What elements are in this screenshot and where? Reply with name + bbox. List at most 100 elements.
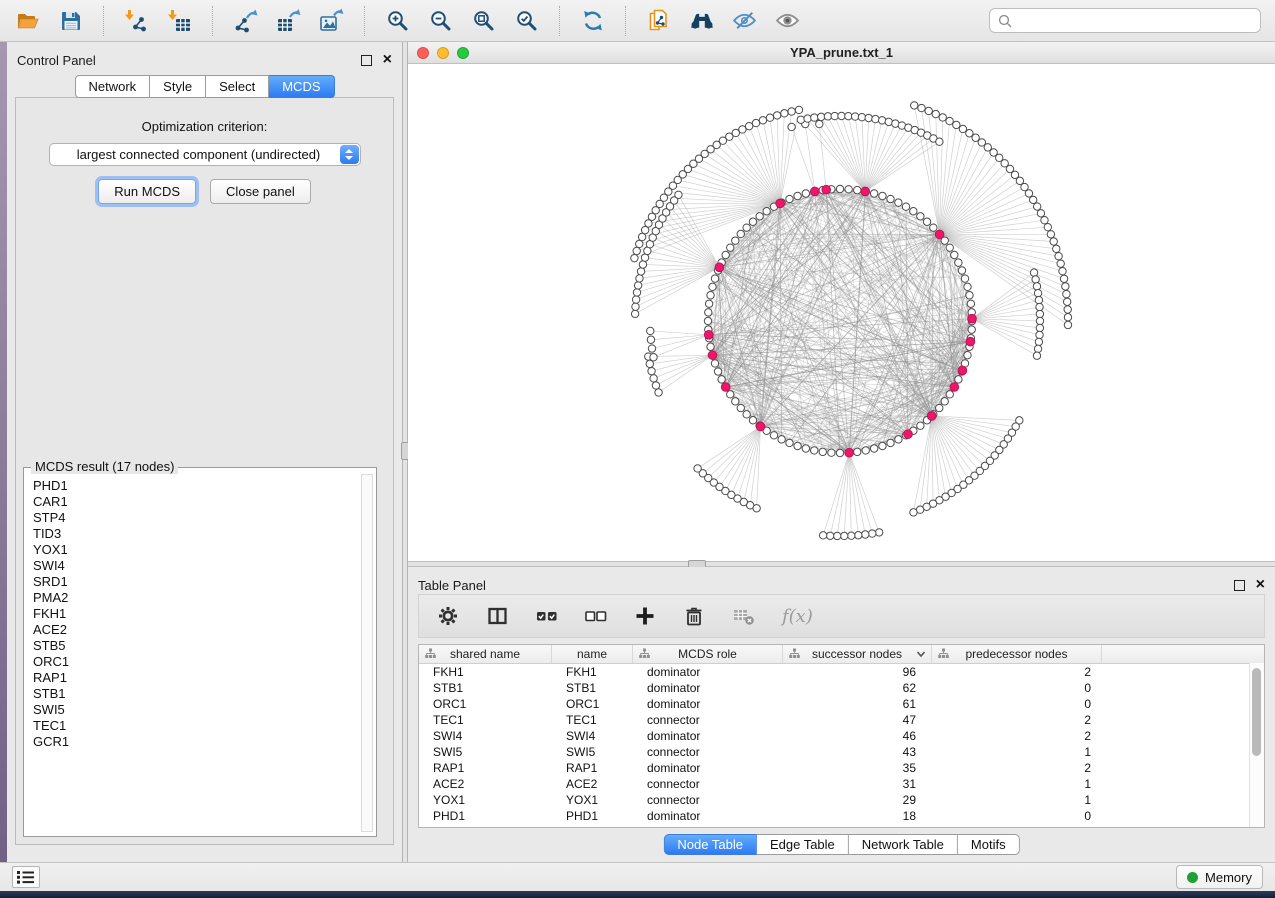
desktop-edge-bottom xyxy=(0,891,1275,898)
tab-motifs[interactable]: Motifs xyxy=(958,834,1020,855)
save-session-icon[interactable] xyxy=(57,7,84,34)
toolbar-separator xyxy=(103,6,104,36)
clone-network-icon[interactable] xyxy=(645,7,672,34)
mcds-result-item[interactable]: PMA2 xyxy=(28,590,360,606)
eye-slash-icon[interactable] xyxy=(731,7,758,34)
tab-network[interactable]: Network xyxy=(74,75,150,98)
network-canvas[interactable] xyxy=(408,63,1275,561)
table-row[interactable]: TEC1TEC1connector472 xyxy=(419,712,1264,728)
refresh-icon[interactable] xyxy=(579,7,606,34)
column-header-shared-name[interactable]: shared name xyxy=(419,645,552,663)
table-row[interactable]: YOX1YOX1connector291 xyxy=(419,792,1264,808)
table-settings-gear-icon[interactable] xyxy=(437,605,459,627)
mcds-result-item[interactable]: CAR1 xyxy=(28,494,360,510)
mcds-tab-content: Optimization criterion: largest connecte… xyxy=(15,97,394,845)
mcds-result-item[interactable]: STB5 xyxy=(28,638,360,654)
tab-mcds[interactable]: MCDS xyxy=(269,75,334,98)
eye-icon[interactable] xyxy=(774,7,801,34)
mcds-result-item[interactable]: YOX1 xyxy=(28,542,360,558)
mcds-result-item[interactable]: STP4 xyxy=(28,510,360,526)
cell: SWI5 xyxy=(552,745,633,759)
table-row[interactable]: ACE2ACE2connector311 xyxy=(419,776,1264,792)
table-row[interactable]: SWI4SWI4dominator462 xyxy=(419,728,1264,744)
show-column-panel-icon[interactable] xyxy=(486,605,509,627)
export-network-icon[interactable] xyxy=(232,7,259,34)
scrollbar-thumb[interactable] xyxy=(1252,668,1261,756)
cell: connector xyxy=(633,793,783,807)
memory-button[interactable]: Memory xyxy=(1176,865,1263,889)
toolbar-separator xyxy=(625,6,626,36)
tab-style[interactable]: Style xyxy=(150,75,206,98)
cell: TEC1 xyxy=(419,713,552,727)
window-close-icon[interactable] xyxy=(417,47,429,59)
float-panel-icon[interactable] xyxy=(361,55,372,66)
zoom-out-icon[interactable] xyxy=(427,7,454,34)
tab-node-table[interactable]: Node Table xyxy=(663,834,757,855)
select-all-columns-icon[interactable] xyxy=(536,605,558,627)
network-window-titlebar: YPA_prune.txt_1 xyxy=(408,42,1275,64)
window-minimize-icon[interactable] xyxy=(437,47,449,59)
optimization-criterion-select[interactable]: largest connected component (undirected) xyxy=(49,143,361,166)
mcds-result-item[interactable]: RAP1 xyxy=(28,670,360,686)
mcds-result-item[interactable]: PHD1 xyxy=(28,478,360,494)
mcds-result-item[interactable]: TEC1 xyxy=(28,718,360,734)
zoom-selected-icon[interactable] xyxy=(513,7,540,34)
import-table-icon[interactable] xyxy=(166,7,193,34)
mcds-result-item[interactable]: FKH1 xyxy=(28,606,360,622)
export-table-icon[interactable] xyxy=(275,7,302,34)
mcds-result-item[interactable]: STB1 xyxy=(28,686,360,702)
window-zoom-icon[interactable] xyxy=(457,47,469,59)
cell: SWI5 xyxy=(419,745,552,759)
table-row[interactable]: ORC1ORC1dominator610 xyxy=(419,696,1264,712)
column-header-MCDS-role[interactable]: MCDS role xyxy=(633,645,783,663)
mcds-result-item[interactable]: ACE2 xyxy=(28,622,360,638)
zoom-fit-icon[interactable] xyxy=(470,7,497,34)
column-header-name[interactable]: name xyxy=(552,645,633,663)
task-history-button[interactable] xyxy=(12,866,40,888)
cell: ACE2 xyxy=(419,777,552,791)
float-panel-icon[interactable] xyxy=(1234,580,1245,591)
table-row[interactable]: SWI5SWI5connector431 xyxy=(419,744,1264,760)
run-mcds-button[interactable]: Run MCDS xyxy=(98,179,196,204)
column-header-predecessor-nodes[interactable]: predecessor nodes xyxy=(932,645,1102,663)
delete-column-trash-icon[interactable] xyxy=(683,605,705,627)
export-image-icon[interactable] xyxy=(318,7,345,34)
table-row[interactable]: STB1STB1dominator620 xyxy=(419,680,1264,696)
binoculars-icon[interactable] xyxy=(688,7,715,34)
zoom-in-icon[interactable] xyxy=(384,7,411,34)
import-network-icon[interactable] xyxy=(123,7,150,34)
mcds-result-item[interactable]: SWI4 xyxy=(28,558,360,574)
tab-select[interactable]: Select xyxy=(206,75,269,98)
close-panel-button[interactable]: Close panel xyxy=(210,179,311,204)
mcds-result-item[interactable]: ORC1 xyxy=(28,654,360,670)
mcds-result-list[interactable]: PHD1CAR1STP4TID3YOX1SWI4SRD1PMA2FKH1ACE2… xyxy=(28,478,360,832)
mcds-result-item[interactable]: GCR1 xyxy=(28,734,360,750)
select-stepper-icon xyxy=(340,145,359,164)
mcds-result-group: MCDS result (17 nodes) PHD1CAR1STP4TID3Y… xyxy=(23,467,377,837)
toolbar-separator xyxy=(559,6,560,36)
column-header-successor-nodes[interactable]: successor nodes xyxy=(783,645,932,663)
result-list-scrollbar[interactable] xyxy=(361,474,373,832)
mcds-result-item[interactable]: SWI5 xyxy=(28,702,360,718)
mcds-result-item[interactable]: SRD1 xyxy=(28,574,360,590)
mcds-result-item[interactable]: TID3 xyxy=(28,526,360,542)
create-column-plus-icon[interactable] xyxy=(634,605,656,627)
table-row[interactable]: RAP1RAP1dominator352 xyxy=(419,760,1264,776)
table-panel-title: Table Panel xyxy=(418,578,486,593)
cell: RAP1 xyxy=(419,761,552,775)
cell: dominator xyxy=(633,761,783,775)
cell: STB1 xyxy=(419,681,552,695)
table-scrollbar[interactable] xyxy=(1249,663,1264,827)
toolbar-search[interactable] xyxy=(989,8,1261,33)
tab-network-table[interactable]: Network Table xyxy=(849,834,958,855)
table-row[interactable]: PHD1PHD1dominator180 xyxy=(419,808,1264,824)
search-input[interactable] xyxy=(1018,12,1252,29)
close-panel-icon[interactable]: × xyxy=(383,54,392,66)
deselect-all-columns-icon[interactable] xyxy=(585,605,607,627)
table-tabs: Node TableEdge TableNetwork TableMotifs xyxy=(663,834,1019,855)
cell: 2 xyxy=(932,713,1102,727)
table-row[interactable]: FKH1FKH1dominator962 xyxy=(419,664,1264,680)
tab-edge-table[interactable]: Edge Table xyxy=(757,834,849,855)
open-file-icon[interactable] xyxy=(14,7,41,34)
close-panel-icon[interactable]: × xyxy=(1256,579,1265,591)
